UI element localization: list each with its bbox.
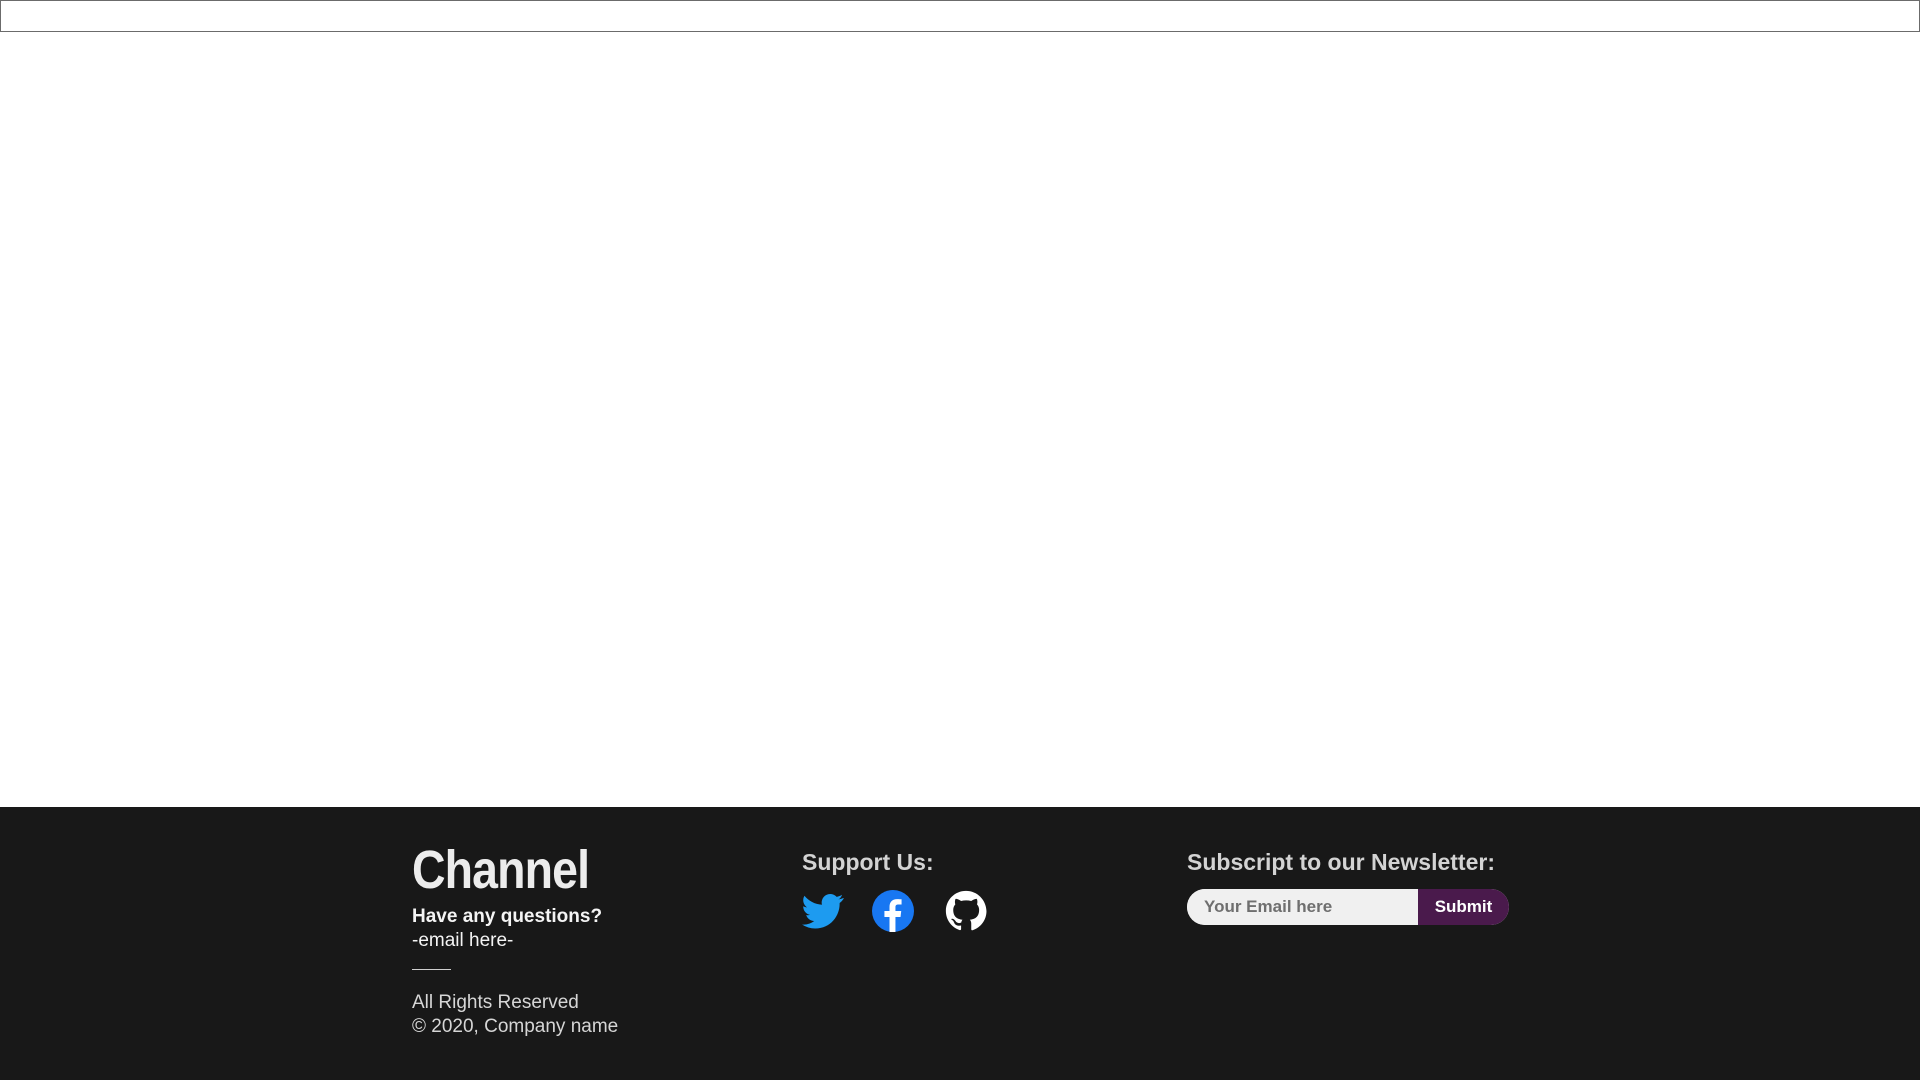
newsletter-email-input[interactable]	[1187, 889, 1418, 925]
github-icon	[945, 890, 987, 932]
page-footer: Channel Have any questions? -email here-…	[0, 807, 1920, 1080]
newsletter-heading: Subscript to our Newsletter:	[1187, 849, 1495, 875]
contact-email: -email here-	[412, 930, 514, 951]
top-bar	[0, 0, 1920, 32]
support-heading: Support Us:	[802, 849, 934, 875]
twitter-link[interactable]	[802, 890, 844, 932]
github-link[interactable]	[945, 890, 987, 932]
facebook-icon	[872, 890, 914, 932]
newsletter-form: Submit	[1187, 889, 1509, 925]
rights-text: All Rights Reserved	[412, 992, 579, 1013]
newsletter-submit-button[interactable]: Submit	[1418, 889, 1509, 925]
contact-question: Have any questions?	[412, 906, 603, 927]
brand-title: Channel	[412, 840, 590, 900]
copyright-text: © 2020, Company name	[412, 1016, 619, 1037]
brand-divider	[412, 969, 451, 970]
twitter-icon	[802, 890, 844, 932]
facebook-link[interactable]	[872, 890, 914, 932]
